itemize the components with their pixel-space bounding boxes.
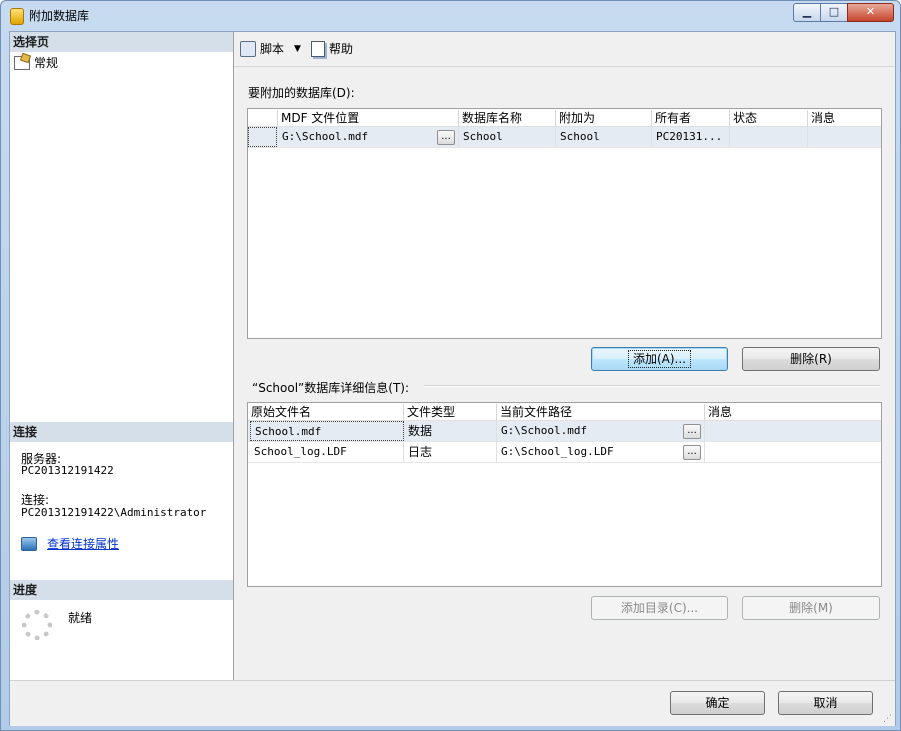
column-header[interactable]: 原始文件名 <box>248 404 404 420</box>
cancel-button[interactable]: 取消 <box>778 691 873 715</box>
row-selector-header <box>248 110 278 126</box>
table-row[interactable]: G:\School.mdf ... School School PC20131.… <box>248 127 881 148</box>
left-pane: 选择页 常规 连接 服务器: PC201312191422 连接: PC2013… <box>10 32 234 680</box>
details-grid-label: “School”数据库详细信息(T): <box>252 381 410 395</box>
browse-path-button[interactable]: ... <box>683 445 701 460</box>
progress-header: 进度 <box>10 580 233 600</box>
resize-grip-icon[interactable]: ⋰ <box>883 714 893 724</box>
mdf-path-cell[interactable]: G:\School.mdf <box>278 127 459 147</box>
script-label: 脚本 <box>260 42 285 56</box>
column-header[interactable]: 消息 <box>705 404 881 420</box>
original-file-cell[interactable]: School.mdf <box>250 421 404 441</box>
original-file-cell[interactable]: School_log.LDF <box>250 442 404 462</box>
row-selector[interactable] <box>248 127 277 147</box>
remove-database-button[interactable]: 删除(R) <box>742 347 880 371</box>
column-header[interactable]: 附加为 <box>556 110 652 126</box>
status-cell <box>730 127 808 147</box>
page-item-general[interactable]: 常规 <box>14 54 58 71</box>
script-icon <box>240 40 256 57</box>
close-button[interactable]: ✕ <box>847 3 894 22</box>
attach-grid-header: MDF 文件位置 数据库名称 附加为 所有者 状态 消息 <box>248 109 881 127</box>
help-button[interactable]: 帮助 <box>311 40 353 57</box>
help-icon <box>311 40 325 57</box>
add-button-label: 添加(A)... <box>627 350 692 368</box>
ok-button[interactable]: 确定 <box>670 691 765 715</box>
owner-cell[interactable]: PC20131... <box>652 127 730 147</box>
select-page-header: 选择页 <box>10 32 233 52</box>
connection-label: 连接: <box>21 493 50 507</box>
connection-value: PC201312191422\Administrator <box>21 506 207 519</box>
attach-as-cell[interactable]: School <box>556 127 652 147</box>
column-header[interactable]: 所有者 <box>652 110 730 126</box>
dialog-client-area: 选择页 常规 连接 服务器: PC201312191422 连接: PC2013… <box>9 31 896 726</box>
attach-database-window: 附加数据库 ▁ □ ✕ 选择页 常规 连接 服务器: PC20131219142… <box>0 0 901 731</box>
column-header[interactable]: 状态 <box>730 110 808 126</box>
view-connection-properties[interactable]: 查看连接属性 <box>21 535 119 552</box>
script-button[interactable]: 脚本 ▼ <box>240 40 301 57</box>
message-cell <box>705 421 881 441</box>
group-divider <box>424 385 880 387</box>
maximize-button[interactable]: □ <box>820 3 848 22</box>
current-path-cell[interactable]: G:\School_log.LDF <box>497 442 705 462</box>
current-path-cell[interactable]: G:\School.mdf <box>497 421 705 441</box>
column-header[interactable]: MDF 文件位置 <box>278 110 459 126</box>
remove-file-button[interactable]: 删除(M) <box>742 596 880 620</box>
message-cell <box>808 127 881 147</box>
database-details-grid[interactable]: 原始文件名 文件类型 当前文件路径 消息 School.mdf 数据 G:\Sc… <box>247 402 882 587</box>
progress-status: 就绪 <box>68 611 93 625</box>
file-type-cell[interactable]: 日志 <box>404 442 497 462</box>
attach-databases-grid[interactable]: MDF 文件位置 数据库名称 附加为 所有者 状态 消息 G:\School.m… <box>247 108 882 339</box>
attach-grid-label: 要附加的数据库(D): <box>248 86 355 100</box>
connection-header: 连接 <box>10 422 233 442</box>
minimize-button[interactable]: ▁ <box>793 3 821 22</box>
details-grid-header: 原始文件名 文件类型 当前文件路径 消息 <box>248 403 881 421</box>
window-title: 附加数据库 <box>29 9 90 23</box>
column-header[interactable]: 当前文件路径 <box>497 404 705 420</box>
browse-mdf-button[interactable]: ... <box>437 130 455 145</box>
column-header[interactable]: 文件类型 <box>404 404 497 420</box>
dialog-footer: 确定 取消 ⋰ <box>10 680 895 726</box>
server-value: PC201312191422 <box>21 464 114 477</box>
page-item-label: 常规 <box>34 56 59 70</box>
title-bar[interactable]: 附加数据库 ▁ □ ✕ <box>1 1 900 29</box>
database-icon <box>10 8 24 25</box>
toolbar: 脚本 ▼ 帮助 <box>234 32 895 67</box>
table-row[interactable]: School.mdf 数据 G:\School.mdf ... <box>248 421 881 442</box>
connection-properties-icon <box>21 536 37 551</box>
script-dropdown-chevron-down-icon[interactable]: ▼ <box>294 44 301 54</box>
right-pane: 脚本 ▼ 帮助 要附加的数据库(D): MDF 文件位置 数据库名称 附加为 所… <box>234 32 895 680</box>
message-cell <box>705 442 881 462</box>
add-catalog-button[interactable]: 添加目录(C)... <box>591 596 728 620</box>
db-name-cell[interactable]: School <box>459 127 556 147</box>
progress-spinner-icon <box>22 610 52 640</box>
general-page-icon <box>14 55 30 70</box>
add-button[interactable]: 添加(A)... <box>591 347 728 371</box>
help-label: 帮助 <box>329 42 354 56</box>
column-header[interactable]: 消息 <box>808 110 881 126</box>
browse-path-button[interactable]: ... <box>683 424 701 439</box>
file-type-cell[interactable]: 数据 <box>404 421 497 441</box>
column-header[interactable]: 数据库名称 <box>459 110 556 126</box>
table-row[interactable]: School_log.LDF 日志 G:\School_log.LDF ... <box>248 442 881 463</box>
view-connection-properties-link[interactable]: 查看连接属性 <box>47 535 119 552</box>
